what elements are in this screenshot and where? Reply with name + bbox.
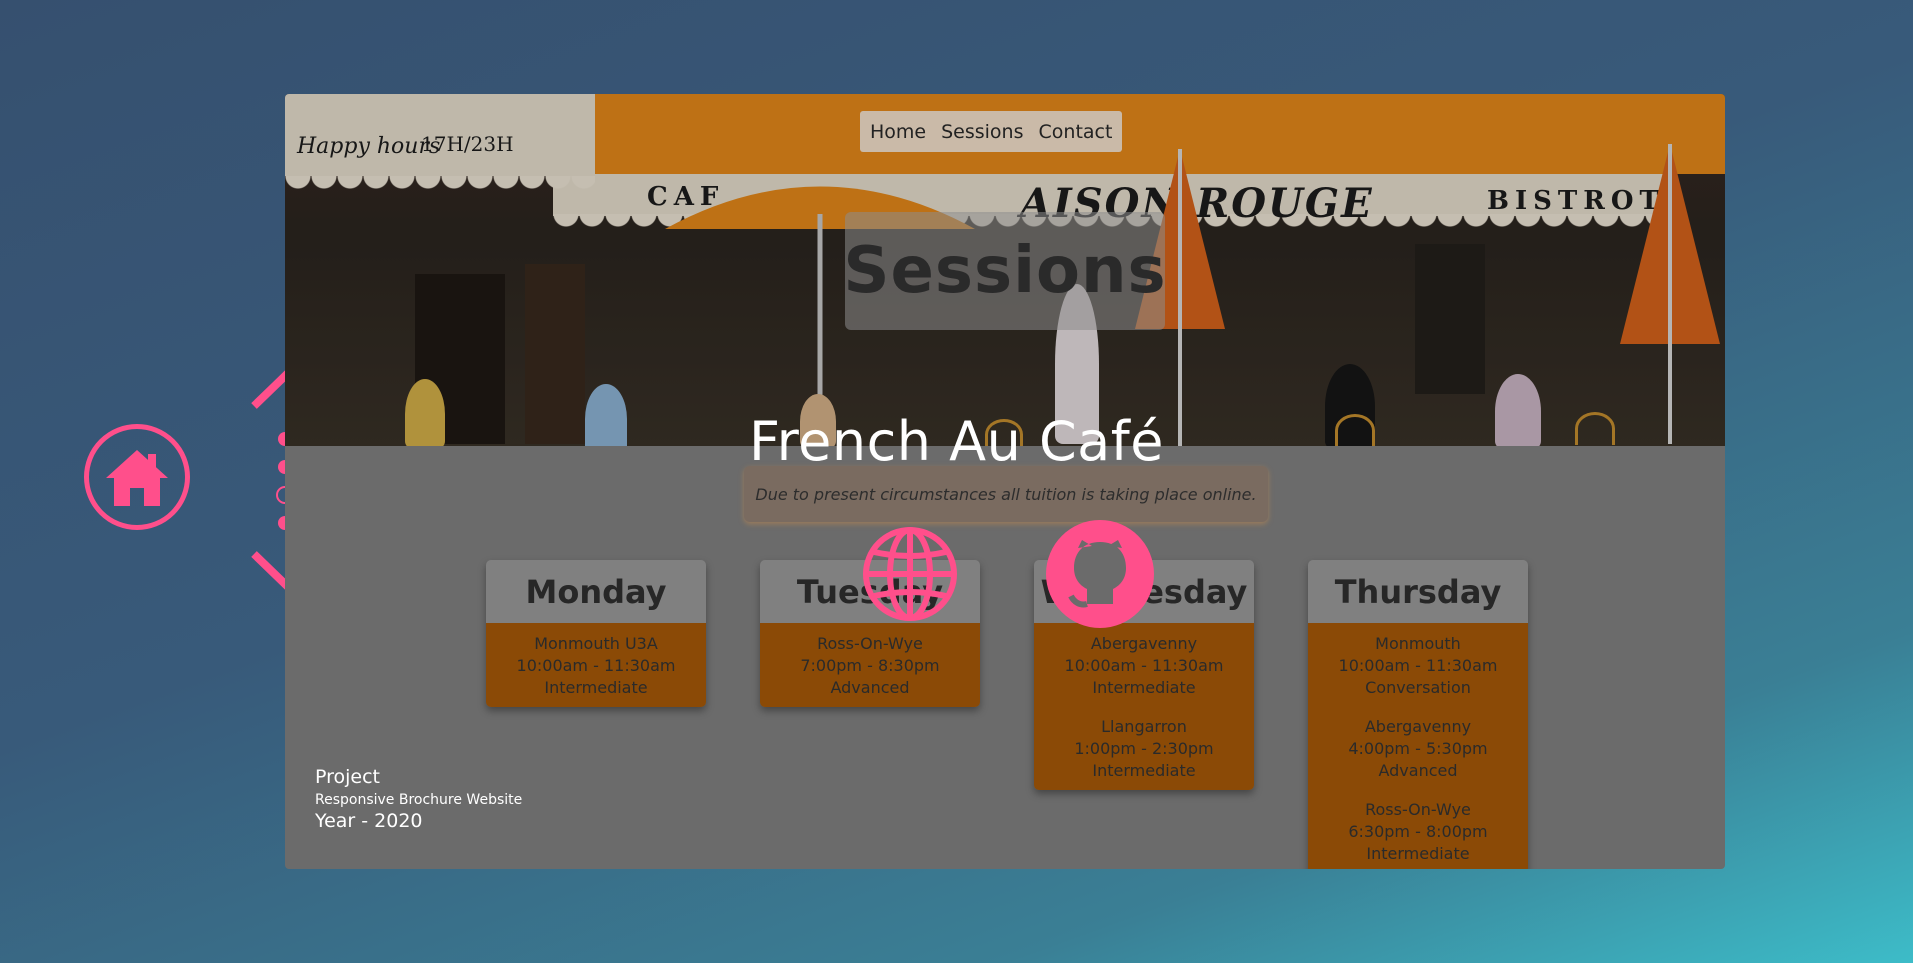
session-location: Abergavenny (1090, 634, 1198, 653)
session-location: Ross-On-Wye (1365, 800, 1471, 819)
session-level: Advanced (1378, 761, 1458, 780)
day-card-monday: Monday Monmouth U3A 10:00am - 11:30am In… (486, 560, 706, 707)
session-level: Conversation (1365, 678, 1471, 697)
nav-contact[interactable]: Contact (1039, 121, 1113, 143)
globe-icon[interactable] (860, 524, 960, 624)
session-level: Intermediate (544, 678, 648, 697)
project-meta: Project Responsive Brochure Website Year… (315, 766, 522, 832)
session-time: 10:00am - 11:30am (1064, 656, 1224, 675)
session-entry: Llangarron 1:00pm - 2:30pm Intermediate (1038, 716, 1250, 782)
session-location: Monmouth U3A (534, 634, 658, 653)
session-entry: Ross-On-Wye 6:30pm - 8:00pm Intermediate (1312, 799, 1524, 865)
project-title: French Au Café (748, 410, 1165, 473)
hero-image: Happy hours 17H/23H CAF AISON ROUGE BIST… (285, 94, 1725, 446)
session-entry: Monmouth 10:00am - 11:30am Conversation (1312, 633, 1524, 699)
nav-home[interactable]: Home (870, 121, 941, 143)
nav-sessions[interactable]: Sessions (941, 121, 1038, 143)
session-entry: Abergavenny 4:00pm - 5:30pm Advanced (1312, 716, 1524, 782)
session-time: 6:30pm - 8:00pm (1348, 822, 1488, 841)
notice-banner: Due to present circumstances all tuition… (744, 466, 1268, 522)
session-location: Llangarron (1101, 717, 1187, 736)
page-heading-box: Sessions (843, 212, 1167, 330)
session-entry: Abergavenny 10:00am - 11:30am Intermedia… (1038, 633, 1250, 699)
session-entry: Monmouth U3A 10:00am - 11:30am Intermedi… (490, 633, 702, 699)
session-entry: Ross-On-Wye 7:00pm - 8:30pm Advanced (764, 633, 976, 699)
project-year: Year - 2020 (315, 810, 423, 832)
day-title: Thursday (1308, 560, 1528, 623)
day-card-thursday: Thursday Monmouth 10:00am - 11:30am Conv… (1308, 560, 1528, 869)
session-time: 10:00am - 11:30am (516, 656, 676, 675)
session-location: Abergavenny (1364, 717, 1472, 736)
project-preview: Happy hours 17H/23H CAF AISON ROUGE BIST… (285, 94, 1725, 869)
session-time: 4:00pm - 5:30pm (1348, 739, 1488, 758)
session-location: Ross-On-Wye (817, 634, 923, 653)
github-icon[interactable] (1044, 518, 1156, 630)
site-nav: Home Sessions Contact (860, 111, 1123, 152)
session-time: 10:00am - 11:30am (1338, 656, 1498, 675)
session-level: Intermediate (1366, 844, 1470, 863)
session-level: Intermediate (1092, 678, 1196, 697)
page-heading: Sessions (843, 234, 1167, 308)
project-label: Project (315, 766, 381, 788)
session-time: 1:00pm - 2:30pm (1074, 739, 1214, 758)
session-location: Monmouth (1375, 634, 1461, 653)
session-level: Intermediate (1092, 761, 1196, 780)
session-time: 7:00pm - 8:30pm (800, 656, 940, 675)
project-description: Responsive Brochure Website (315, 792, 523, 808)
session-level: Advanced (830, 678, 910, 697)
day-title: Monday (486, 560, 706, 623)
